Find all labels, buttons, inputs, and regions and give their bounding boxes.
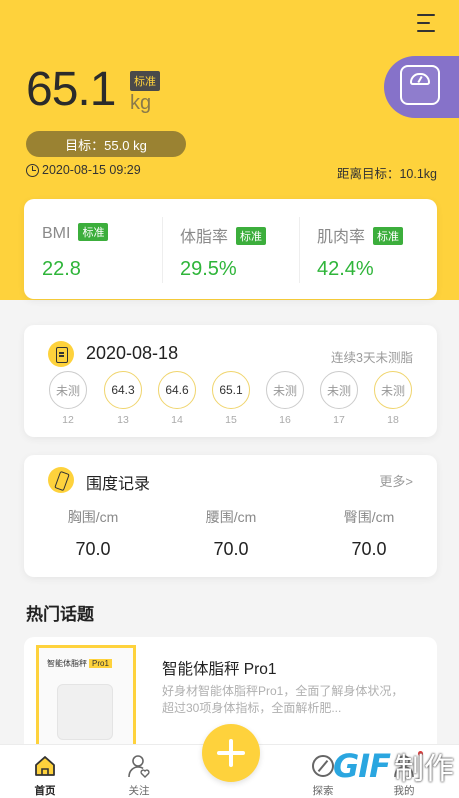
day-item[interactable]: 65.1 15 xyxy=(212,371,250,426)
measure-time: 2020-08-15 09:29 xyxy=(26,163,141,177)
calendar-icon xyxy=(48,341,74,367)
girth-waist[interactable]: 腰围/cm 70.0 xyxy=(162,507,300,560)
day-value: 64.3 xyxy=(104,371,142,409)
clock-icon xyxy=(26,163,39,177)
tab-label: 首页 xyxy=(34,785,56,797)
day-value: 65.1 xyxy=(212,371,250,409)
tab-home[interactable]: 首页 xyxy=(5,745,85,798)
watermark: GIF 制作 xyxy=(333,742,454,790)
day-value: 未测 xyxy=(374,371,412,409)
thumb-badge: Pro1 xyxy=(89,659,112,668)
tab-follow[interactable]: 关注 xyxy=(99,745,179,798)
weight-status-badge: 标准 xyxy=(130,71,160,91)
distance-to-goal: 距离目标：10.1kg xyxy=(336,167,437,181)
metric-bmi[interactable]: BMI 标准 22.8 xyxy=(24,199,161,299)
day-item[interactable]: 未测 12 xyxy=(49,371,87,426)
menu-icon[interactable] xyxy=(417,14,439,34)
compass-icon xyxy=(312,755,334,777)
day-number: 17 xyxy=(333,414,345,426)
day-value: 64.6 xyxy=(158,371,196,409)
day-value: 未测 xyxy=(320,371,358,409)
girth-hip[interactable]: 臀围/cm 70.0 xyxy=(300,507,438,560)
girth-label: 胸围/cm xyxy=(67,509,119,525)
metric-body-fat[interactable]: 体脂率 标准 29.5% xyxy=(162,199,299,299)
topic-description: 好身材智能体脂秤Pro1，全面了解身体状况，超过30项身体指标，全面解析肥... xyxy=(162,684,404,715)
day-item[interactable]: 未测 18 xyxy=(374,371,412,426)
girth-value: 70.0 xyxy=(213,539,249,559)
scale-product-image xyxy=(57,684,113,740)
measure-time-text: 2020-08-15 09:29 xyxy=(42,163,141,177)
girth-value: 70.0 xyxy=(351,539,387,559)
status-badge: 标准 xyxy=(373,227,404,245)
section-title: 热门话题 xyxy=(26,605,94,624)
metrics-card[interactable]: BMI 标准 22.8 体脂率 标准 29.5% 肌肉率 标准 42.4% xyxy=(24,199,437,299)
scale-button[interactable] xyxy=(384,56,459,118)
more-link[interactable]: 更多> xyxy=(379,471,413,490)
calendar-card[interactable]: 2020-08-18 连续3天未测脂 未测 12 64.3 13 64.6 14… xyxy=(24,325,437,437)
day-value: 未测 xyxy=(266,371,304,409)
calendar-note: 连续3天未测脂 xyxy=(331,351,413,365)
topic-thumbnail: 智能体脂秤 Pro1 xyxy=(36,645,136,749)
metric-muscle[interactable]: 肌肉率 标准 42.4% xyxy=(299,199,436,299)
day-number: 16 xyxy=(279,414,291,426)
watermark-text: 制作 xyxy=(394,753,455,786)
day-number: 15 xyxy=(225,414,237,426)
day-value: 未测 xyxy=(49,371,87,409)
girth-chest[interactable]: 胸围/cm 70.0 xyxy=(24,507,162,560)
status-badge: 标准 xyxy=(78,223,109,241)
day-number: 18 xyxy=(387,414,399,426)
day-number: 14 xyxy=(171,414,183,426)
day-number: 13 xyxy=(117,414,129,426)
ruler-icon xyxy=(48,467,74,493)
metric-label: 体脂率 xyxy=(180,229,229,246)
goal-pill[interactable]: 目标：55.0 kg xyxy=(26,131,186,157)
girth-card[interactable]: 围度记录 更多> 胸围/cm 70.0 腰围/cm 70.0 臀围/cm 70.… xyxy=(24,455,437,577)
metric-value: 22.8 xyxy=(42,258,81,280)
metric-label: 肌肉率 xyxy=(317,229,366,246)
day-item[interactable]: 64.3 13 xyxy=(104,371,142,426)
day-number: 12 xyxy=(62,414,74,426)
girth-label: 臀围/cm xyxy=(343,509,395,525)
thumb-title: 智能体脂秤 xyxy=(47,659,87,668)
metric-label: BMI xyxy=(42,225,71,242)
day-item[interactable]: 未测 16 xyxy=(266,371,304,426)
girth-label: 腰围/cm xyxy=(205,509,257,525)
day-item[interactable]: 未测 17 xyxy=(320,371,358,426)
user-heart-icon xyxy=(128,755,150,778)
girth-value: 70.0 xyxy=(75,539,111,559)
tab-label: 关注 xyxy=(128,785,150,797)
current-weight: 65.1 xyxy=(26,63,116,116)
calendar-date: 2020-08-18 xyxy=(86,343,179,363)
day-item[interactable]: 64.6 14 xyxy=(158,371,196,426)
home-icon xyxy=(35,756,55,776)
status-badge: 标准 xyxy=(236,227,267,245)
metric-value: 29.5% xyxy=(180,258,237,280)
weight-unit: kg xyxy=(130,92,152,114)
add-record-button[interactable] xyxy=(202,724,260,782)
metric-value: 42.4% xyxy=(317,258,374,280)
girth-title: 围度记录 xyxy=(86,476,151,493)
scale-icon xyxy=(400,65,440,105)
watermark-logo: GIF xyxy=(333,747,391,785)
topic-title: 智能体脂秤 Pro1 xyxy=(162,661,277,678)
